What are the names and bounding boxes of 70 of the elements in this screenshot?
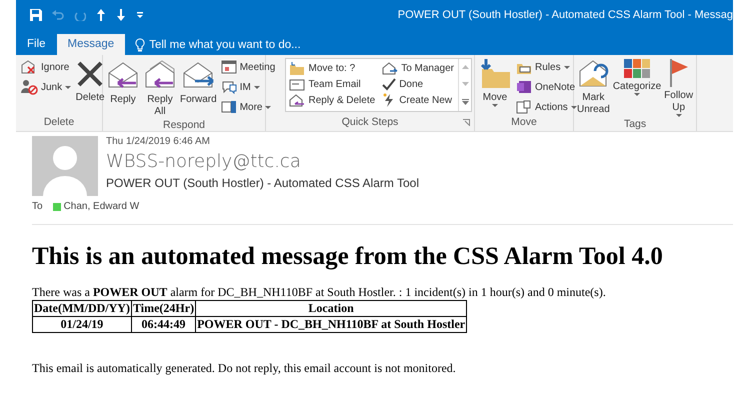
envelope-arrow-icon [382,61,398,75]
envelope-icon [577,59,610,89]
table-cell: 01/24/19 [32,316,132,332]
sender-address: WBSS-noreply@ttc.ca [106,151,302,172]
avatar-icon [32,136,98,196]
group-label: Delete [44,116,74,128]
down-arrow-icon[interactable] [116,9,126,21]
ribbon-button[interactable]: Mark Unread [576,58,611,118]
table-cell: POWER OUT - DC_BH_NH110BF at South Hostler [196,316,467,332]
calendar-icon [220,60,237,74]
group-label: Move [511,116,537,128]
ribbon-button[interactable]: Follow Up [663,58,694,118]
ribbon-button[interactable]: Forward [179,58,218,119]
ribbon-button[interactable]: Team Email [287,76,378,92]
chat-icon [220,80,237,94]
notebook-icon [516,80,532,94]
delete-icon [75,59,106,89]
ribbon-button[interactable]: To Manager [380,60,456,76]
message-text: There was a POWER OUT alarm for DC_BH_NH110BF at South Hostler. : 1 incident(s) in 1 hour(s) and 0 minute(s). [32,285,607,300]
ribbon-tab[interactable]: File [16,34,57,55]
column-header: Time(24Hr) [131,300,196,316]
ribbon-button[interactable]: Rules [514,58,579,76]
ribbon-button[interactable]: Categorize [612,58,662,118]
reply-delete-icon [289,93,306,107]
ribbon-button[interactable]: Done [380,76,456,92]
ribbon-button[interactable]: Meeting [218,58,278,76]
window-title: POWER OUT (South Hostler) - Automated CSS Alarm Tool - Messag [398,9,733,21]
team-email-icon [289,78,306,90]
ribbon-button[interactable]: Delete [74,58,106,116]
folder-move-icon [478,59,512,89]
ribbon-tab[interactable]: Message [56,34,126,55]
group-label: Tags [624,118,646,130]
dialog-launcher-icon[interactable] [463,119,470,126]
ribbon-button[interactable]: Junk [18,78,74,96]
save-icon[interactable] [30,9,42,21]
column-header: Location [196,300,467,316]
column-header: Date(MM/DD/YY) [32,300,132,316]
group-label: Respond [162,119,206,131]
ribbon-button[interactable]: Move to: ? [287,60,378,76]
ribbon-button[interactable]: Create New [380,92,456,108]
message-heading: This is an automated message from the CSS Alarm Tool 4.0 [32,243,664,271]
lightbulb-icon [135,38,146,52]
ribbon-button[interactable]: Reply [105,58,141,119]
ribbon-button[interactable]: More [218,98,278,116]
customize-icon[interactable] [136,11,144,19]
actions-icon [516,100,532,114]
group-label: Quick Steps [342,116,398,128]
folder-icon [289,62,306,74]
ribbon-button[interactable]: Reply All [142,58,178,119]
recipient-name[interactable]: Chan, Edward W [64,201,140,212]
up-arrow-icon[interactable] [96,9,106,21]
ribbon-button[interactable]: Actions [514,98,579,116]
table-cell: 06:44:49 [131,316,196,332]
ribbon-button[interactable]: Reply & Delete [287,92,378,108]
reply-all-icon [143,59,177,91]
email-subject: POWER OUT (South Hostler) - Automated CSS Alarm Tool [106,176,419,190]
expand-gallery-icon[interactable] [462,98,468,105]
disclaimer-text: This email is automatically generated. Do not reply, this email account is not monitored. [32,361,457,376]
more-icon [220,100,237,114]
to-label: To [32,201,43,212]
ribbon-button[interactable]: IM [218,78,278,96]
flag-icon [668,59,689,87]
checkmark-icon [382,78,396,90]
ribbon-button[interactable]: Move [477,58,513,116]
color-grid-icon [624,59,650,78]
ribbon-button[interactable]: Ignore [18,58,74,76]
received-date: Thu 1/24/2019 6:46 AM [106,136,211,147]
ribbon-button[interactable]: OneNote [514,78,579,96]
tell-me-search-field[interactable]: Tell me what you want to do... [149,38,301,50]
junk-icon [20,79,38,95]
